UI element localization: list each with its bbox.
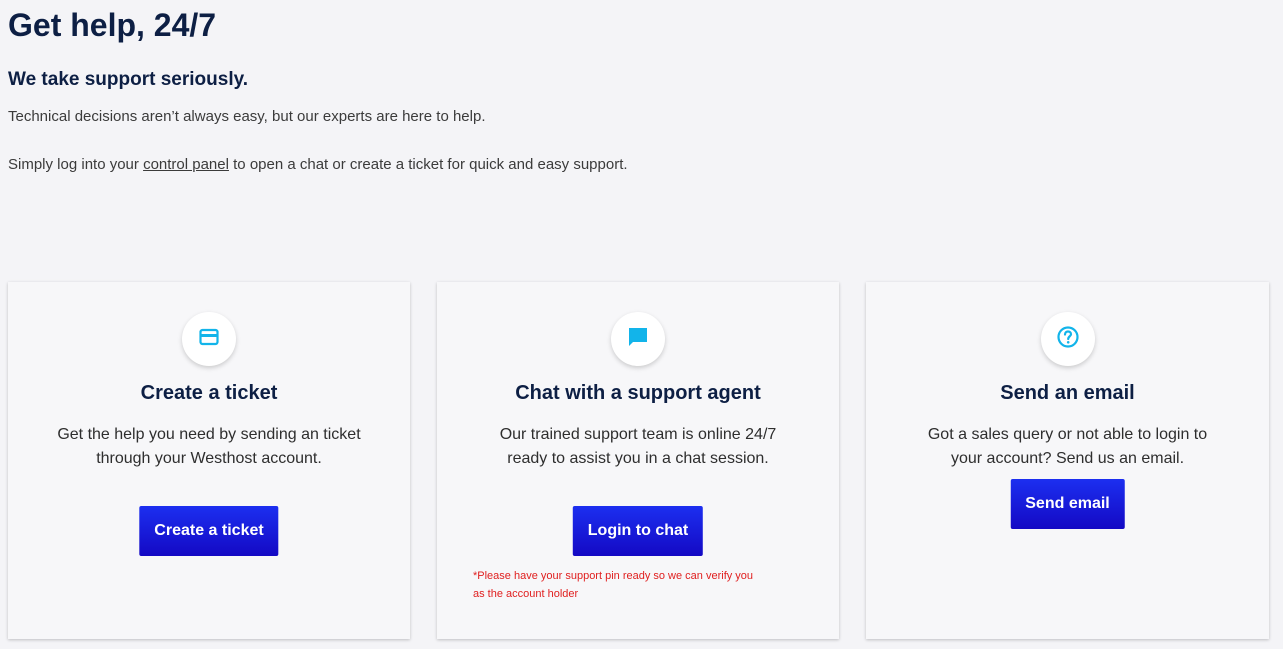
control-panel-link[interactable]: control panel	[143, 156, 229, 173]
card-description-line: Get the help you need by sending an tick…	[57, 426, 361, 443]
intro-text-before: Simply log into your	[8, 156, 144, 173]
card-description: Our trained support team is online 24/7 …	[457, 423, 819, 471]
intro-text: Technical decisions aren’t always easy, …	[8, 108, 486, 125]
card-description-line: ready to assist you in a chat session.	[507, 450, 769, 467]
create-ticket-button[interactable]: Create a ticket	[139, 506, 279, 556]
card-description-line: your account? Send us an email.	[950, 450, 1185, 467]
card-description-line: Our trained support team is online 24/7	[499, 426, 777, 443]
icon-badge	[182, 312, 236, 366]
card-description-line: through your Westhost account.	[96, 450, 322, 467]
card-icon	[199, 327, 219, 352]
card-description: Got a sales query or not able to login t…	[886, 423, 1249, 471]
icon-badge	[1040, 312, 1095, 366]
question-circle-icon	[1056, 325, 1080, 354]
email-card: Send an email Got a sales query or not a…	[866, 282, 1269, 639]
page-subtitle: We take support seriously.	[8, 69, 249, 90]
create-ticket-card: Create a ticket Get the help you need by…	[8, 282, 410, 639]
intro-text-login: Simply log into your control panel to op…	[8, 155, 628, 175]
card-description: Get the help you need by sending an tick…	[28, 423, 390, 471]
page-title: Get help, 24/7	[8, 7, 217, 43]
card-description-line: Got a sales query or not able to login t…	[927, 426, 1208, 443]
note-line: as the account holder	[473, 588, 579, 600]
card-title: Create a ticket	[140, 382, 278, 404]
note-line: *Please have your support pin ready so w…	[473, 570, 754, 582]
chat-card: Chat with a support agent Our trained su…	[437, 282, 839, 639]
send-email-button[interactable]: Send email	[1010, 479, 1125, 529]
intro-text-after: to open a chat or create a ticket for qu…	[228, 156, 628, 173]
card-title: Send an email	[1000, 382, 1135, 404]
support-pin-note: *Please have your support pin ready so w…	[473, 567, 813, 603]
card-title: Chat with a support agent	[515, 382, 761, 404]
chat-bubble-icon	[626, 325, 650, 354]
icon-badge	[611, 312, 665, 366]
login-to-chat-button[interactable]: Login to chat	[572, 506, 704, 556]
